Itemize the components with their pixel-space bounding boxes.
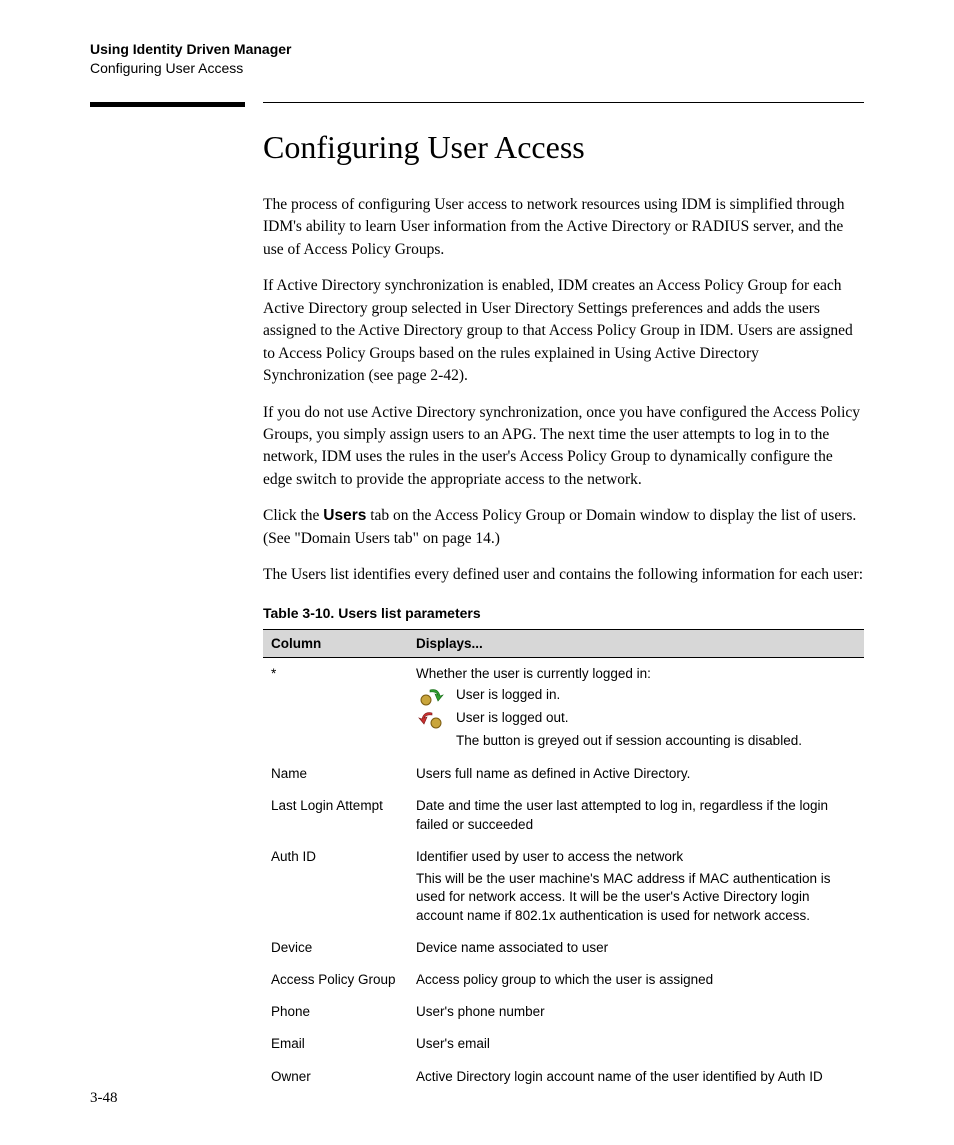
cell-displays: User's email	[408, 1028, 864, 1060]
page-number: 3-48	[90, 1090, 118, 1107]
cell-column: Device	[263, 932, 408, 964]
table-head-column: Column	[263, 629, 408, 657]
table-caption: Table 3-10. Users list parameters	[263, 605, 864, 621]
cell-column: Email	[263, 1028, 408, 1060]
user-logged-in-icon	[416, 686, 446, 706]
table-row: Name Users full name as defined in Activ…	[263, 758, 864, 790]
table-row: Last Login Attempt Date and time the use…	[263, 790, 864, 840]
users-tab-label: Users	[323, 507, 366, 524]
table-row: * Whether the user is currently logged i…	[263, 657, 864, 758]
logged-note-text: The button is greyed out if session acco…	[456, 732, 802, 750]
running-header: Using Identity Driven Manager Configurin…	[90, 40, 864, 78]
cell-column: *	[263, 657, 408, 758]
paragraph-2: If Active Directory synchronization is e…	[263, 275, 864, 387]
paragraph-3: If you do not use Active Directory synch…	[263, 402, 864, 492]
users-list-parameters-table: Column Displays... * Whether the user is…	[263, 629, 864, 1093]
cell-displays: Active Directory login account name of t…	[408, 1061, 864, 1093]
paragraph-4: Click the Users tab on the Access Policy…	[263, 505, 864, 550]
authid-line2: This will be the user machine's MAC addr…	[416, 870, 856, 925]
cell-column: Auth ID	[263, 841, 408, 932]
table-head-displays: Displays...	[408, 629, 864, 657]
table-row: Auth ID Identifier used by user to acces…	[263, 841, 864, 932]
cell-column: Phone	[263, 996, 408, 1028]
cell-displays: Identifier used by user to access the ne…	[408, 841, 864, 932]
cell-displays: Date and time the user last attempted to…	[408, 790, 864, 840]
cell-displays: Users full name as defined in Active Dir…	[408, 758, 864, 790]
section-rule	[90, 102, 864, 107]
header-section: Configuring User Access	[90, 59, 864, 78]
page-title: Configuring User Access	[263, 129, 864, 166]
cell-column: Last Login Attempt	[263, 790, 408, 840]
logged-out-text: User is logged out.	[456, 709, 569, 727]
cell-column: Owner	[263, 1061, 408, 1093]
cell-displays: Whether the user is currently logged in:…	[408, 657, 864, 758]
authid-line1: Identifier used by user to access the ne…	[416, 848, 856, 866]
cell-column: Access Policy Group	[263, 964, 408, 996]
header-chapter: Using Identity Driven Manager	[90, 40, 864, 59]
cell-displays: User's phone number	[408, 996, 864, 1028]
paragraph-5: The Users list identifies every defined …	[263, 564, 864, 586]
cell-displays: Access policy group to which the user is…	[408, 964, 864, 996]
paragraph-1: The process of configuring User access t…	[263, 194, 864, 261]
table-row: Access Policy Group Access policy group …	[263, 964, 864, 996]
logged-in-text: User is logged in.	[456, 686, 560, 704]
table-row: Phone User's phone number	[263, 996, 864, 1028]
table-row: Owner Active Directory login account nam…	[263, 1061, 864, 1093]
table-row: Email User's email	[263, 1028, 864, 1060]
cell-displays: Device name associated to user	[408, 932, 864, 964]
logged-in-intro: Whether the user is currently logged in:	[416, 665, 856, 683]
table-row: Device Device name associated to user	[263, 932, 864, 964]
cell-column: Name	[263, 758, 408, 790]
p4-prefix: Click the	[263, 507, 323, 524]
user-logged-out-icon	[416, 709, 446, 729]
